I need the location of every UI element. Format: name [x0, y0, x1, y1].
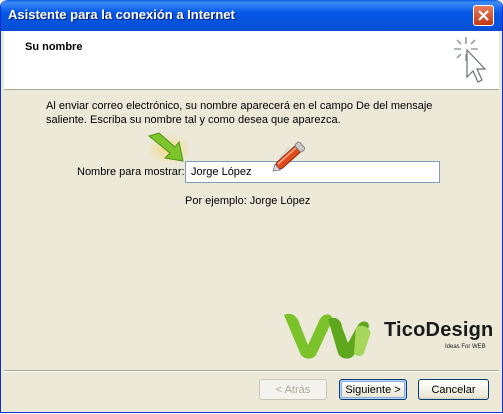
green-arrow-icon [147, 132, 191, 164]
close-icon [478, 10, 489, 21]
wizard-cursor-icon [454, 37, 487, 83]
logo-name: TicoDesign [384, 319, 494, 341]
next-button[interactable]: Siguiente > [339, 379, 407, 400]
example-text: Por ejemplo: Jorge López [185, 195, 311, 207]
display-name-label: Nombre para mostrar: [77, 166, 185, 178]
wizard-window: Asistente para la conexión a Internet Su… [0, 0, 503, 413]
close-button[interactable] [473, 5, 494, 26]
page-title: Su nombre [25, 41, 83, 53]
logo-tagline: Ideas For WEB [445, 344, 486, 350]
window-title: Asistente para la conexión a Internet [8, 7, 235, 22]
ticodesign-logo-icon [284, 313, 371, 359]
back-button[interactable]: < Atrás [259, 379, 327, 400]
title-bar[interactable]: Asistente para la conexión a Internet [1, 0, 502, 31]
footer-divider [4, 370, 499, 372]
pen-icon [272, 141, 306, 172]
cancel-button[interactable]: Cancelar [418, 379, 489, 400]
wizard-content: Al enviar correo electrónico, su nombre … [4, 90, 499, 370]
header-panel: Su nombre [4, 31, 499, 90]
instructions-text: Al enviar correo electrónico, su nombre … [46, 100, 433, 126]
